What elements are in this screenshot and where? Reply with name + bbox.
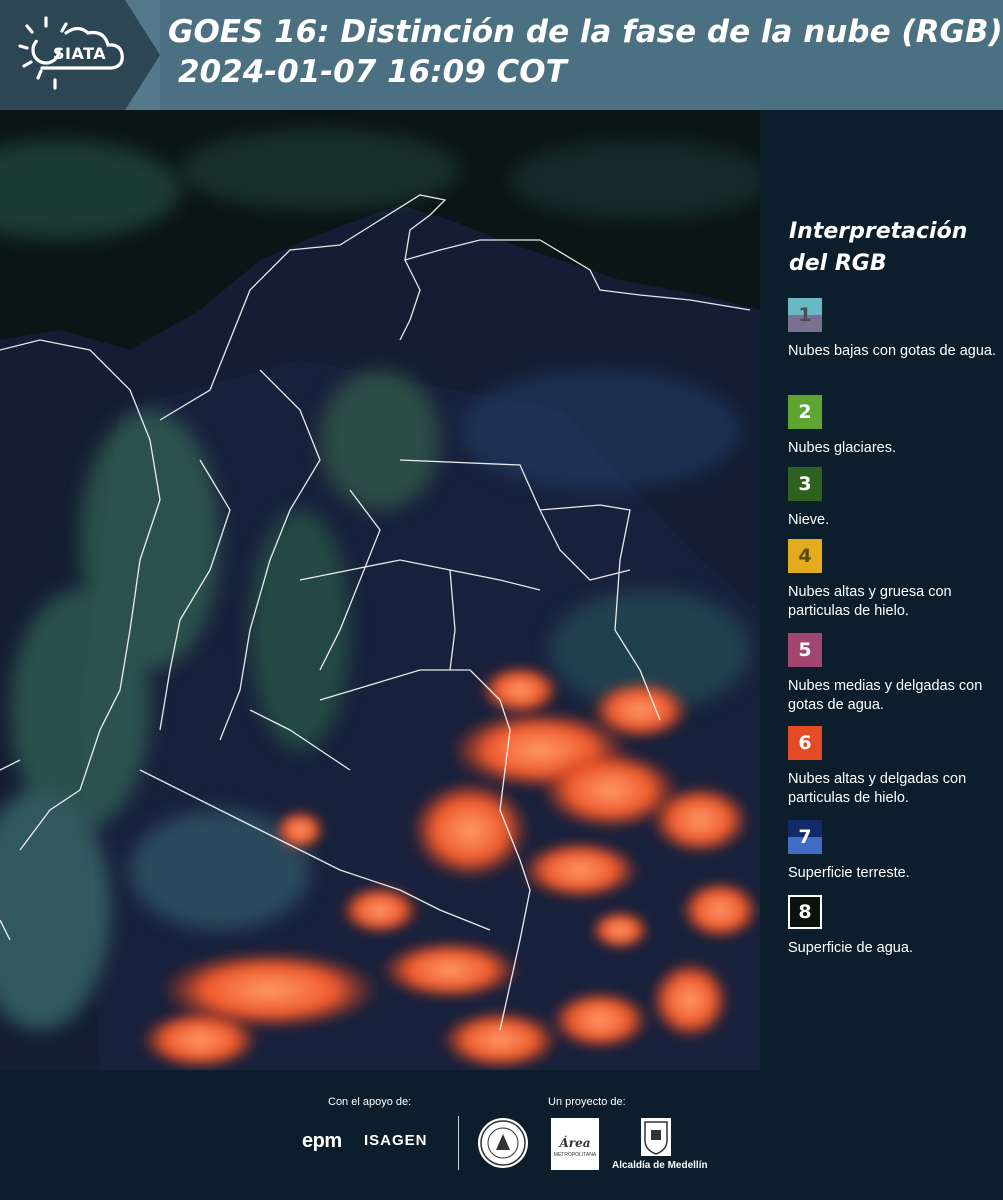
legend-swatch-6: 6 [788, 726, 822, 760]
university-seal-icon [478, 1118, 528, 1168]
legend-swatch-8: 8 [788, 895, 822, 929]
legend-item-8: 8 Superficie de agua. [788, 895, 998, 958]
siata-logo-text: SIATA [53, 44, 107, 63]
legend-swatch-5: 5 [788, 633, 822, 667]
epm-logo: epm [302, 1130, 342, 1152]
legend-label-3: Nieve. [788, 512, 830, 528]
footer-divider [458, 1116, 459, 1170]
header-bar: SIATA GOES 16: Distinción de la fase de … [0, 0, 1003, 110]
legend-swatch-2: 2 [788, 395, 822, 429]
legend-number-1: 1 [798, 304, 812, 326]
satellite-image [0, 110, 760, 1070]
alcaldia-shield-icon [641, 1118, 671, 1156]
legend-item-4: 4 Nubes altas y gruesa con particulas de… [788, 539, 998, 621]
legend-label-2: Nubes glaciares. [788, 440, 896, 456]
legend-label-5: Nubes medias y delgadas con gotas de agu… [788, 678, 983, 713]
isagen-logo: ISAGEN [364, 1132, 428, 1149]
legend-item-6: 6 Nubes altas y delgadas con particulas … [788, 726, 998, 808]
page-subtitle-timestamp: 2024-01-07 16:09 COT [178, 54, 567, 90]
legend-swatch-1: 1 [788, 298, 822, 332]
legend-title: Interpretación del RGB [789, 219, 968, 276]
legend-swatch-3: 3 [788, 467, 822, 501]
area-logo-text: Área [559, 1136, 591, 1150]
legend-item-5: 5 Nubes medias y delgadas con gotas de a… [788, 633, 998, 715]
legend-swatch-4: 4 [788, 539, 822, 573]
support-label: Con el apoyo de: [328, 1096, 412, 1108]
legend-label-6: Nubes altas y delgadas con particulas de… [788, 771, 967, 806]
legend-label-8: Superficie de agua. [788, 940, 913, 956]
legend-label-4: Nubes altas y gruesa con particulas de h… [788, 584, 952, 619]
legend-item-7: 7 Superficie terreste. [788, 820, 998, 883]
area-metropolitana-logo: Área METROPOLITANA [551, 1118, 599, 1170]
legend-panel: Interpretación del RGB 1 Nubes bajas con… [760, 110, 1003, 1070]
project-label: Un proyecto de: [548, 1096, 626, 1108]
legend-item-2: 2 Nubes glaciares. [788, 395, 998, 458]
legend-number-7: 7 [798, 826, 812, 848]
legend-label-1: Nubes bajas con gotas de agua. [788, 343, 996, 359]
legend-item-3: 3 Nieve. [788, 467, 998, 530]
footer: Con el apoyo de: Un proyecto de: epm ISA… [0, 1070, 1003, 1200]
satellite-map[interactable] [0, 110, 760, 1070]
legend-item-1: 1 Nubes bajas con gotas de agua. [788, 298, 998, 361]
alcaldia-label: Alcaldía de Medellín [612, 1160, 708, 1171]
siata-logo: SIATA [0, 0, 160, 110]
legend-label-7: Superficie terreste. [788, 865, 910, 881]
area-logo-subtext: METROPOLITANA [553, 1152, 597, 1158]
page-title: GOES 16: Distinción de la fase de la nub… [168, 14, 1003, 50]
legend-swatch-7: 7 [788, 820, 822, 854]
